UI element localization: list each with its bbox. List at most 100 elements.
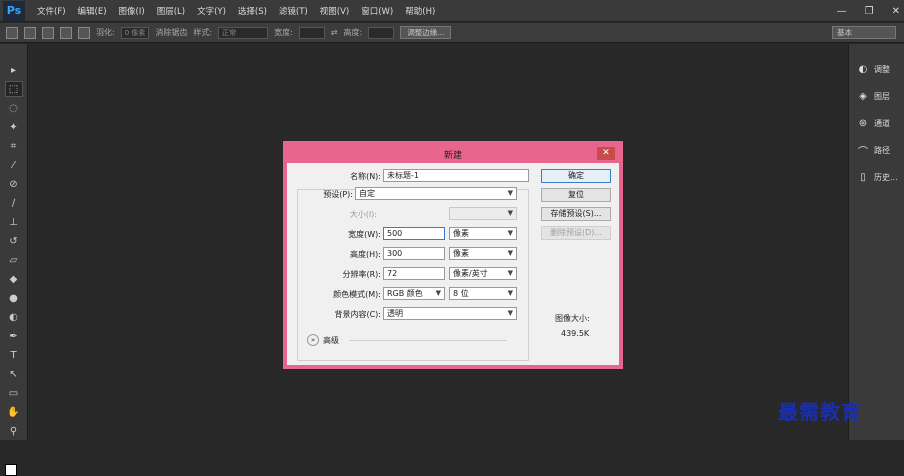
dialog-body: 名称(N): 未标题-1 预设(P): 自定 ▼ 大小(I): ▼ 宽度(W):…	[287, 163, 619, 365]
panel-paths-label: 路径	[874, 145, 890, 155]
options-bar: 羽化: 0 像素 消除锯齿 样式: 正常 宽度: ⇄ 高度: 调整边缘... 基…	[0, 23, 904, 43]
style-select[interactable]: 正常	[218, 26, 269, 39]
photoshop-logo: Ps	[3, 0, 25, 21]
window-controls: — ❐ ✕	[837, 0, 900, 22]
menu-view[interactable]: 视图(V)	[320, 5, 349, 17]
blur-tool-icon[interactable]: ●	[5, 290, 23, 306]
height-unit-select[interactable]: 像素 ▼	[449, 247, 517, 260]
marquee-tool-icon[interactable]: ⬚	[4, 81, 23, 97]
chevron-down-icon: ▼	[507, 229, 513, 237]
subtract-selection-icon[interactable]	[60, 26, 72, 39]
pen-tool-icon[interactable]: ✒	[5, 328, 23, 344]
zoom-tool-icon[interactable]: ⚲	[5, 423, 23, 439]
restore-button[interactable]: ❐	[865, 6, 874, 17]
resolution-input[interactable]: 72	[383, 267, 445, 280]
name-input[interactable]: 未标题-1	[383, 169, 529, 182]
advanced-label[interactable]: 高级	[323, 335, 339, 346]
panel-channels[interactable]: ⊛ 通道	[849, 112, 904, 134]
size-select: ▼	[449, 207, 517, 220]
healing-brush-tool-icon[interactable]: ⊘	[5, 176, 23, 192]
image-size-value: 439.5K	[561, 329, 590, 338]
background-select[interactable]: 透明 ▼	[383, 307, 517, 320]
magic-wand-tool-icon[interactable]: ✦	[5, 119, 23, 135]
background-label: 背景内容(C):	[334, 310, 381, 319]
menu-edit[interactable]: 编辑(E)	[78, 5, 107, 17]
color-mode-label: 颜色模式(M):	[333, 290, 381, 299]
swap-icon[interactable]: ⇄	[331, 28, 338, 37]
expand-advanced-icon[interactable]: »	[307, 334, 319, 346]
tools-panel: ▸ ⬚ ◌ ✦ ⌗ ⁄ ⊘ ∕ ⊥ ↺ ▱ ◆ ● ◐ ✒ T ↖ ▭ ✋ ⚲	[0, 44, 28, 476]
delete-preset-button: 删除预设(D)...	[541, 226, 611, 240]
menu-file[interactable]: 文件(F)	[37, 5, 66, 17]
type-tool-icon[interactable]: T	[5, 347, 23, 363]
height-input[interactable]	[368, 26, 395, 39]
height-unit-value: 像素	[453, 249, 469, 258]
menu-help[interactable]: 帮助(H)	[405, 5, 435, 17]
panel-history[interactable]: ▯ 历史...	[849, 166, 904, 188]
menu-filter[interactable]: 滤镜(T)	[279, 5, 308, 17]
layers-icon: ◈	[859, 90, 867, 102]
width-unit-select[interactable]: 像素 ▼	[449, 227, 517, 240]
menu-bar: Ps 文件(F) 编辑(E) 图像(I) 图层(L) 文字(Y) 选择(S) 滤…	[0, 0, 904, 22]
advanced-divider	[349, 340, 507, 341]
size-label: 大小(I):	[349, 210, 377, 219]
save-preset-button[interactable]: 存储预设(S)...	[541, 207, 611, 221]
panel-adjust[interactable]: ◐ 调整	[849, 58, 904, 80]
menu-image[interactable]: 图像(I)	[119, 5, 145, 17]
image-size-label: 图像大小:	[555, 314, 590, 323]
dialog-title-bar[interactable]: 新建 ✕	[287, 145, 619, 163]
chevron-down-icon: ▼	[507, 269, 513, 277]
history-brush-tool-icon[interactable]: ↺	[5, 233, 23, 249]
menu-type[interactable]: 文字(Y)	[197, 5, 226, 17]
crop-tool-icon[interactable]: ⌗	[5, 138, 23, 154]
menu-layer[interactable]: 图层(L)	[157, 5, 185, 17]
panel-layers[interactable]: ◈ 图层	[849, 85, 904, 107]
lasso-tool-icon[interactable]: ◌	[5, 100, 23, 116]
close-window-button[interactable]: ✕	[892, 6, 900, 17]
chevron-down-icon: ▼	[507, 249, 513, 257]
color-mode-select[interactable]: RGB 颜色 ▼	[383, 287, 445, 300]
panel-paths[interactable]: ⌒ 路径	[849, 139, 904, 161]
path-selection-tool-icon[interactable]: ↖	[5, 366, 23, 382]
foreground-color-swatch[interactable]	[5, 464, 17, 476]
new-selection-icon[interactable]	[24, 26, 36, 39]
panel-layers-label: 图层	[874, 91, 890, 101]
history-icon: ▯	[860, 171, 866, 183]
width-input[interactable]: 500	[383, 227, 445, 240]
add-selection-icon[interactable]	[42, 26, 54, 39]
resolution-unit-select[interactable]: 像素/英寸 ▼	[449, 267, 517, 280]
paths-icon: ⌒	[858, 146, 868, 158]
minimize-button[interactable]: —	[837, 6, 847, 17]
stamp-tool-icon[interactable]: ⊥	[5, 214, 23, 230]
preset-value: 自定	[359, 189, 375, 198]
width-unit-value: 像素	[453, 229, 469, 238]
feather-input[interactable]: 0 像素	[120, 26, 150, 39]
refine-edge-button[interactable]: 调整边缘...	[400, 26, 452, 39]
panel-dock: ◐ 调整 ◈ 图层 ⊛ 通道 ⌒ 路径 ▯ 历史...	[848, 44, 904, 440]
preset-select[interactable]: 自定 ▼	[355, 187, 517, 200]
menu-window[interactable]: 窗口(W)	[361, 5, 393, 17]
marquee-tool-preset-icon[interactable]	[6, 26, 18, 39]
chevron-down-icon: ▼	[507, 309, 513, 317]
intersect-selection-icon[interactable]	[78, 26, 90, 39]
move-tool-icon[interactable]: ▸	[5, 62, 23, 78]
reset-button[interactable]: 复位	[541, 188, 611, 202]
ok-button[interactable]: 确定	[541, 169, 611, 183]
hand-tool-icon[interactable]: ✋	[5, 404, 23, 420]
width-input[interactable]	[298, 26, 325, 39]
channels-icon: ⊛	[858, 117, 868, 129]
workspace-select[interactable]: 基本	[832, 26, 896, 39]
bit-depth-select[interactable]: 8 位 ▼	[449, 287, 517, 300]
antialias-checkbox[interactable]: 消除锯齿	[155, 27, 187, 38]
paint-bucket-tool-icon[interactable]: ◆	[5, 271, 23, 287]
height-input[interactable]: 300	[383, 247, 445, 260]
dodge-tool-icon[interactable]: ◐	[5, 309, 23, 325]
chevron-down-icon: ▼	[507, 289, 513, 297]
eyedropper-tool-icon[interactable]: ⁄	[5, 157, 23, 173]
feather-label: 羽化:	[96, 28, 115, 37]
menu-select[interactable]: 选择(S)	[238, 5, 267, 17]
shape-tool-icon[interactable]: ▭	[5, 385, 23, 401]
brush-tool-icon[interactable]: ∕	[5, 195, 23, 211]
eraser-tool-icon[interactable]: ▱	[5, 252, 23, 268]
dialog-close-button[interactable]: ✕	[597, 147, 615, 160]
